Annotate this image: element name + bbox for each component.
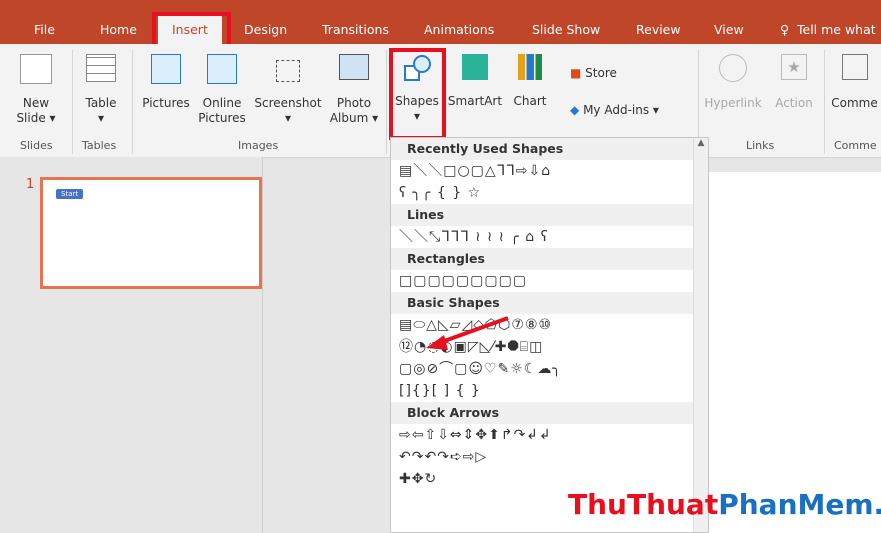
shape-row[interactable]: □▢▢▢▢▢▢▢▢ — [391, 270, 708, 292]
hyperlink-button[interactable]: Hyperlink — [704, 54, 762, 111]
shape-row[interactable]: ▤＼＼□○▢△ᒣᒣ⇨⇩⌂ — [391, 160, 708, 182]
action-label: Action — [775, 96, 813, 110]
tab-view[interactable]: View — [714, 22, 744, 37]
group-comments: Comme — [834, 139, 877, 152]
tab-slideshow[interactable]: Slide Show — [532, 22, 600, 37]
divider — [824, 50, 825, 154]
tab-transitions[interactable]: Transitions — [322, 22, 389, 37]
pictures-button[interactable]: Pictures — [138, 54, 194, 111]
store-button[interactable]: ■ Store — [570, 66, 617, 81]
watermark-part2: PhanMem — [718, 488, 874, 521]
tab-home[interactable]: Home — [100, 22, 137, 37]
photo-album-icon — [339, 54, 369, 80]
tell-me-box[interactable]: Tell me what — [797, 22, 876, 37]
slide-canvas[interactable] — [708, 172, 881, 533]
screenshot-label: Screenshot — [254, 96, 322, 110]
shape-row[interactable]: ▢◎⊘⌒▢☺♡✎☼☾☁╮ — [391, 358, 708, 380]
insert-highlight — [152, 12, 231, 48]
slide-thumbnails-pane: 1 Start — [0, 157, 263, 533]
tab-file[interactable]: File — [34, 22, 55, 37]
chart-button[interactable]: Chart — [510, 54, 550, 109]
shape-row[interactable]: []{}[ ] { } — [391, 380, 708, 402]
new-slide-button[interactable]: New Slide ▾ — [12, 54, 60, 126]
table-arrow: ▾ — [97, 111, 105, 125]
comment-icon — [841, 54, 868, 80]
group-tables: Tables — [82, 139, 117, 152]
group-links: Links — [746, 139, 775, 152]
gallery-scrollbar[interactable]: ▲ — [693, 138, 708, 532]
addins-label: My Add-ins — [583, 103, 650, 117]
online-label2: Pictures — [198, 111, 246, 125]
section-rectangles: Rectangles — [391, 248, 708, 270]
watermark-part1: ThuThuat — [568, 488, 719, 521]
album-label2: Album ▾ — [329, 111, 379, 125]
online-label: Online — [202, 96, 242, 110]
photo-album-button[interactable]: Photo Album ▾ — [328, 54, 380, 126]
tab-animations[interactable]: Animations — [424, 22, 494, 37]
divider — [72, 50, 73, 154]
scroll-up-icon[interactable]: ▲ — [694, 138, 708, 148]
screenshot-button[interactable]: Screenshot ▾ — [250, 54, 326, 126]
tab-design[interactable]: Design — [244, 22, 287, 37]
divider — [132, 50, 133, 154]
table-icon — [86, 54, 116, 82]
table-button[interactable]: Table ▾ — [78, 54, 124, 126]
table-label: Table — [85, 96, 117, 110]
smartart-icon — [462, 54, 488, 80]
tab-review[interactable]: Review — [636, 22, 681, 37]
shapes-highlight — [389, 48, 446, 140]
divider — [386, 50, 387, 154]
watermark: ThuThuatPhanMem.vn — [568, 488, 881, 521]
shape-row[interactable]: ✚✥↻ — [391, 468, 708, 490]
pictures-label: Pictures — [142, 96, 190, 110]
chart-label: Chart — [513, 94, 547, 108]
section-recent: Recently Used Shapes — [391, 138, 708, 160]
smartart-button[interactable]: SmartArt — [444, 54, 506, 109]
smartart-label: SmartArt — [447, 94, 503, 108]
chart-icon — [518, 54, 542, 80]
start-shape: Start — [56, 189, 84, 199]
addins-arrow: ▾ — [652, 103, 659, 117]
lightbulb-icon: ♀ — [780, 22, 790, 37]
online-pictures-icon — [207, 54, 237, 84]
online-pictures-button[interactable]: Online Pictures — [196, 54, 248, 126]
group-images: Images — [238, 139, 279, 152]
shape-row[interactable]: ↶↷↶↷➪⇨▷ — [391, 446, 708, 468]
shape-row[interactable]: ＼＼⤡ᒣᒣᒣ ≀ ≀ ≀ ╭ ⌂ ʕ — [391, 226, 708, 248]
store-label: Store — [585, 66, 617, 80]
pictures-icon — [151, 54, 181, 84]
action-button[interactable]: ★ Action — [770, 54, 818, 111]
watermark-tld: .vn — [874, 488, 881, 521]
star-icon: ★ — [781, 54, 807, 80]
comment-button[interactable]: Comme — [828, 54, 881, 111]
group-slides: Slides — [20, 139, 53, 152]
comment-label: Comme — [831, 96, 878, 110]
slide-number: 1 — [26, 177, 35, 192]
slide-thumbnail[interactable]: Start — [40, 177, 262, 289]
album-label: Photo — [336, 96, 372, 110]
red-arrow-icon — [426, 316, 509, 350]
screenshot-arrow: ▾ — [284, 111, 292, 125]
new-slide-label2: Slide ▾ — [16, 111, 56, 125]
new-slide-icon — [20, 54, 52, 84]
hyperlink-label: Hyperlink — [704, 96, 762, 110]
screenshot-icon — [276, 60, 300, 82]
addins-icon: ◆ — [570, 103, 580, 117]
shape-row[interactable]: ʕ ╮╭ { } ☆ — [391, 182, 708, 204]
shape-row[interactable]: ⇨⇦⇧⇩⇔⇕✥⬆↱↷↲↲ — [391, 424, 708, 446]
store-icon: ■ — [570, 66, 582, 80]
section-lines: Lines — [391, 204, 708, 226]
ribbon-tabs: File Home Insert Design Transitions Anim… — [0, 0, 881, 44]
section-basic: Basic Shapes — [391, 292, 708, 314]
section-block-arrows: Block Arrows — [391, 402, 708, 424]
my-addins-button[interactable]: ◆ My Add-ins ▾ — [570, 103, 659, 118]
globe-icon — [719, 54, 747, 82]
new-slide-label: New — [22, 96, 50, 110]
